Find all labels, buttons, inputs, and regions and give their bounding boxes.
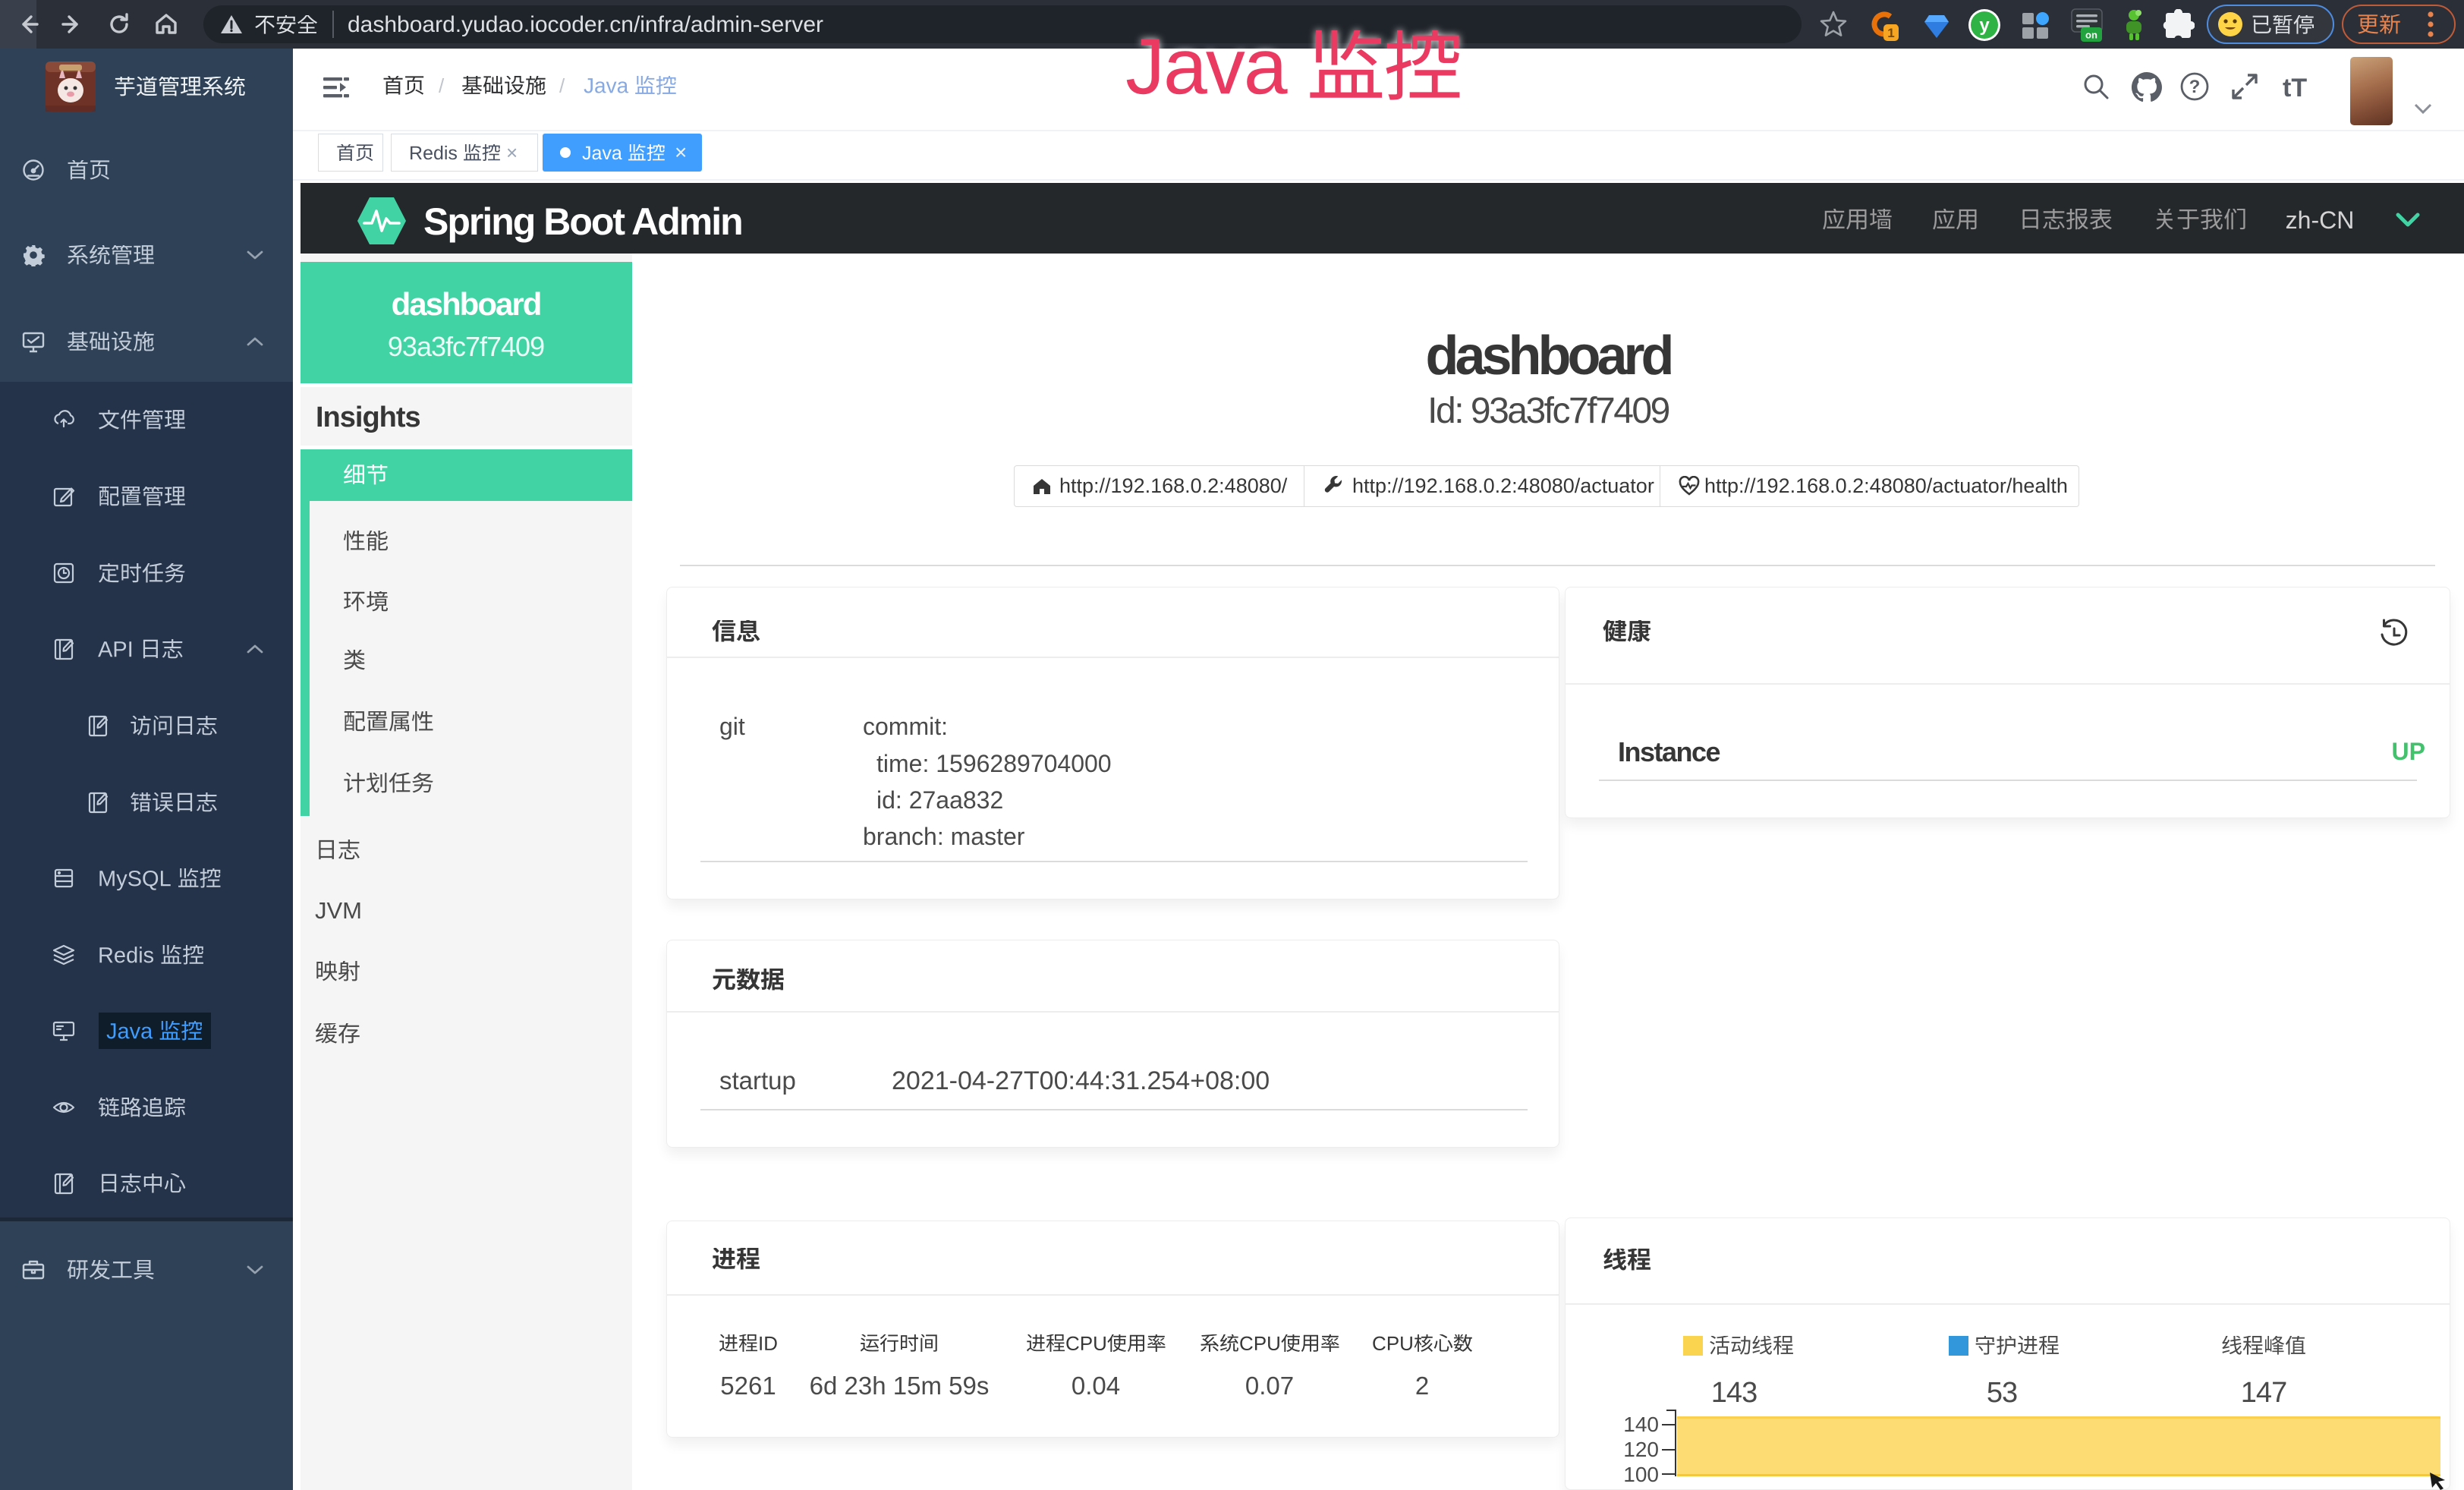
svg-text:?: ? xyxy=(2189,77,2201,97)
svg-text:y: y xyxy=(1979,15,1990,36)
svg-text:on: on xyxy=(2085,30,2097,41)
svg-text:1: 1 xyxy=(1887,26,1894,40)
